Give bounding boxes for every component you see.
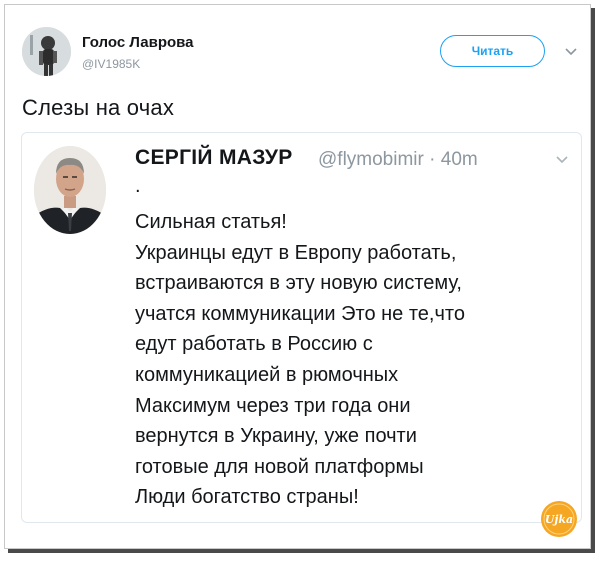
follow-button[interactable]: Читать <box>440 35 545 67</box>
quoted-author-meta: @flymobimir · 40m <box>318 149 478 171</box>
quoted-user-avatar[interactable] <box>34 146 106 234</box>
quoted-author-handle[interactable]: @flymobimir <box>318 149 424 170</box>
quoted-tweet-line: Сильная статья! <box>135 211 287 233</box>
quoted-tweet-line: едут работать в Россию с <box>135 333 373 356</box>
quoted-tweet-time[interactable]: · 40m <box>429 149 478 170</box>
quoted-tweet-line: Люди богатство страны! <box>135 486 359 509</box>
svg-text:Ujka: Ujka <box>545 513 573 526</box>
quoted-tweet-line: вернутся в Украину, уже почти <box>135 425 417 448</box>
quoted-tweet-line: встраиваются в эту новую систему, <box>135 272 462 295</box>
quoted-author-display-name[interactable]: СЕРГІЙ МАЗУР <box>135 146 293 170</box>
watermark-logo: Ujka <box>541 501 577 537</box>
quoted-tweet-line: Украинцы едут в Европу работать, <box>135 241 457 264</box>
author-handle[interactable]: @IV1985K <box>82 57 140 71</box>
author-avatar[interactable] <box>22 27 71 76</box>
quoted-tweet-line: готовые для новой платформы <box>135 455 424 478</box>
quoted-tweet-line: Максимум через три года они <box>135 394 411 417</box>
quoted-tweet-text: Сильная статья! Украинцы едут в Европу р… <box>135 207 465 513</box>
author-display-name[interactable]: Голос Лаврова <box>82 34 194 51</box>
quoted-tweet-line: учатся коммуникации Это не те,что <box>135 302 465 325</box>
tweet-text: Слезы на очах <box>22 95 175 120</box>
quoted-tweet-dot: . <box>135 175 141 197</box>
chevron-down-icon[interactable] <box>555 155 569 165</box>
chevron-down-icon[interactable] <box>564 47 578 57</box>
quoted-tweet-line: коммуникацией в рюмочных <box>135 363 399 386</box>
